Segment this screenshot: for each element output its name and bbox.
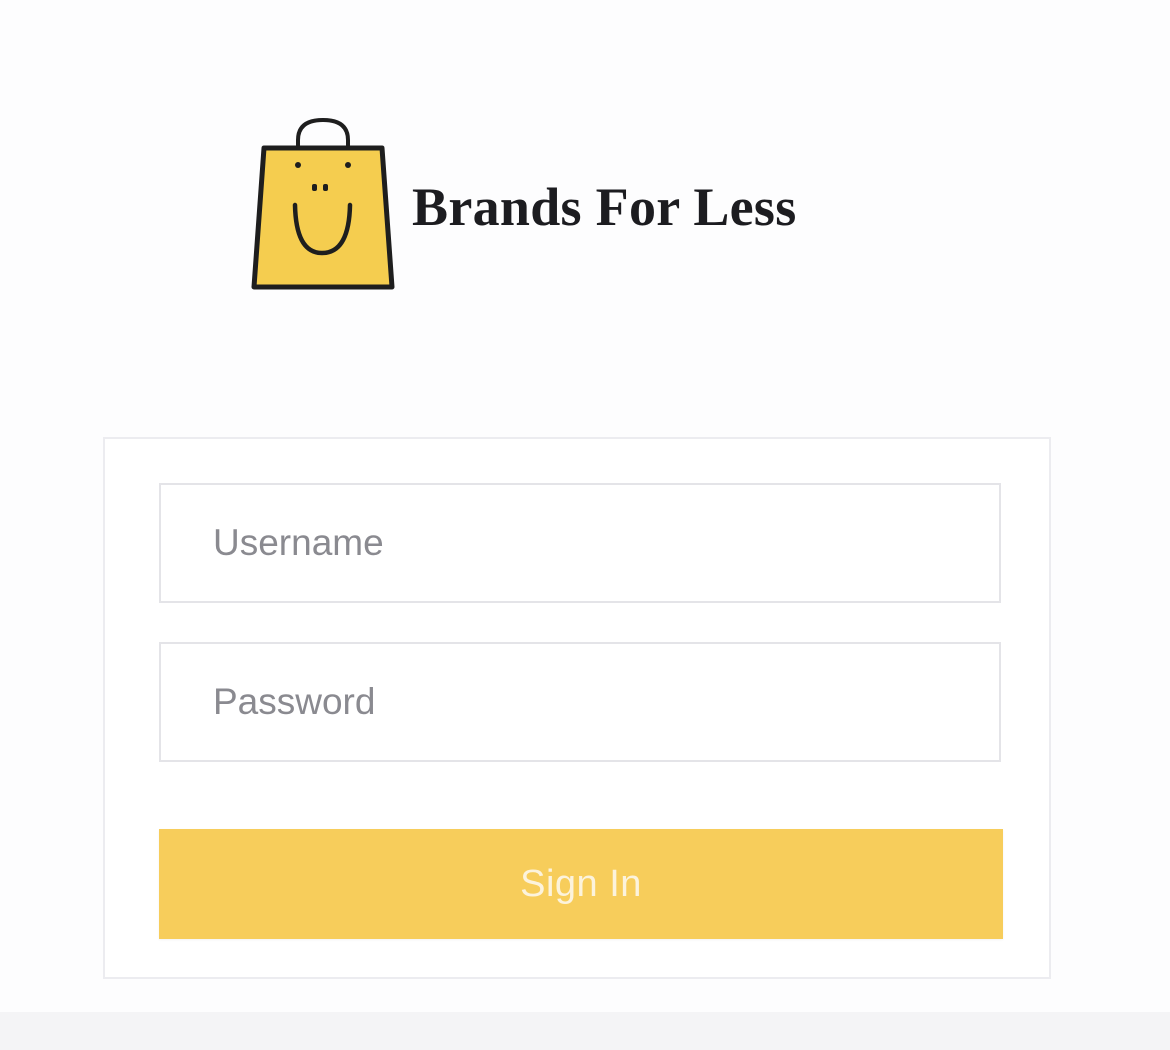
login-form: Sign In xyxy=(103,437,1051,979)
username-input[interactable] xyxy=(159,483,1001,603)
brand-logo: Brands For Less xyxy=(250,115,930,295)
sign-in-button[interactable]: Sign In xyxy=(159,829,1003,939)
smiling-shopping-bag-icon xyxy=(251,117,395,290)
footer-band xyxy=(0,1012,1170,1050)
brand-name: Brands For Less xyxy=(412,177,797,237)
password-input[interactable] xyxy=(159,642,1001,762)
login-page: Brands For Less Sign In xyxy=(0,0,1170,1050)
